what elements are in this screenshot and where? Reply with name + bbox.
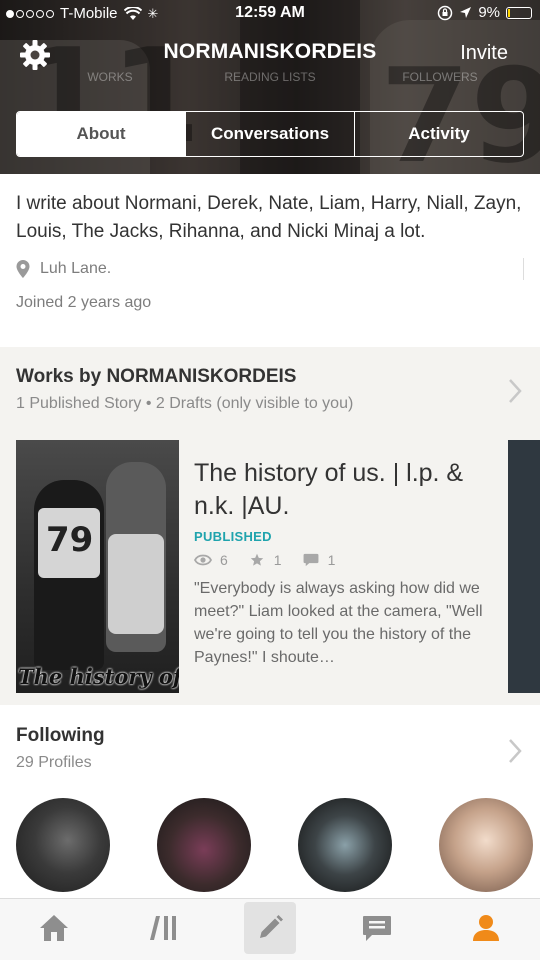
orientation-lock-icon: [438, 5, 453, 20]
tab-home[interactable]: [28, 902, 80, 954]
profile-username: NORMANISKORDEIS: [163, 40, 377, 63]
invite-button[interactable]: Invite: [460, 42, 508, 65]
works-section[interactable]: Works by NORMANISKORDEIS 1 Published Sto…: [0, 347, 540, 705]
following-title: Following: [16, 725, 105, 746]
divider: [522, 258, 524, 280]
story-cover-image[interactable]: 79 The history of us: [16, 440, 179, 693]
write-icon: [260, 915, 283, 938]
location-text: Luh Lane.: [40, 260, 112, 277]
tab-about[interactable]: About: [17, 112, 185, 156]
profile-tabs: About Conversations Activity: [16, 111, 524, 157]
messages-icon: [363, 916, 391, 941]
cover-jersey-number: 79: [46, 520, 94, 560]
views-count: 6: [220, 552, 228, 568]
chevron-right-icon[interactable]: [508, 738, 522, 764]
following-section[interactable]: Following 29 Profiles: [0, 705, 540, 898]
tab-messages[interactable]: [351, 902, 403, 954]
stat-reading-lists-label: READING LISTS: [224, 70, 316, 84]
story-description: "Everybody is always asking how did we m…: [194, 580, 483, 666]
profile-location: Luh Lane.: [16, 260, 111, 278]
stat-followers-label: FOLLOWERS: [402, 70, 478, 84]
tab-profile[interactable]: [460, 902, 512, 954]
home-icon: [40, 915, 68, 941]
avatar[interactable]: [298, 798, 392, 892]
joined-date: Joined 2 years ago: [16, 294, 152, 311]
works-subtitle: 1 Published Story • 2 Drafts (only visib…: [16, 395, 354, 412]
status-right-group: 9%: [437, 4, 532, 21]
status-bar: T-Mobile ✳ 12:59 AM 9%: [0, 0, 540, 28]
battery-percent: 9%: [478, 4, 500, 21]
bottom-tab-bar: [0, 898, 540, 960]
story-stats: 6 1 1: [194, 552, 347, 568]
profile-header: 11 79 T-Mobile ✳ 12:59 AM 9% WORKS READI…: [0, 0, 540, 174]
story-status-badge: PUBLISHED: [194, 529, 272, 544]
tab-activity[interactable]: Activity: [354, 112, 523, 156]
votes-count: 1: [273, 552, 282, 568]
profile-icon: [473, 915, 499, 941]
battery-level: [508, 8, 510, 17]
library-icon: [150, 916, 176, 940]
location-arrow-icon: [460, 7, 472, 18]
eye-icon: [194, 554, 212, 566]
avatar[interactable]: [439, 798, 533, 892]
avatar[interactable]: [16, 798, 110, 892]
avatar[interactable]: [157, 798, 251, 892]
location-pin-icon: [16, 260, 30, 278]
following-subtitle: 29 Profiles: [16, 754, 92, 771]
battery-icon: [506, 6, 532, 19]
tab-conversations[interactable]: Conversations: [185, 112, 354, 156]
about-section: I write about Normani, Derek, Nate, Liam…: [0, 174, 540, 347]
story-title[interactable]: The history of us. | l.p. & n.k. |AU.: [194, 457, 494, 523]
comments-count: 1: [327, 552, 336, 568]
star-icon: [250, 553, 264, 566]
next-story-cover-image[interactable]: [508, 440, 540, 693]
tab-write[interactable]: [244, 902, 296, 954]
stat-works-label: WORKS: [87, 70, 133, 84]
chevron-right-icon[interactable]: [508, 378, 522, 404]
following-avatars: [16, 798, 540, 894]
tab-library[interactable]: [137, 902, 189, 954]
profile-bio: I write about Normani, Derek, Nate, Liam…: [16, 193, 522, 242]
cover-title-text: The history of us: [18, 664, 179, 689]
works-title: Works by NORMANISKORDEIS: [16, 366, 297, 387]
comment-icon: [303, 553, 319, 567]
